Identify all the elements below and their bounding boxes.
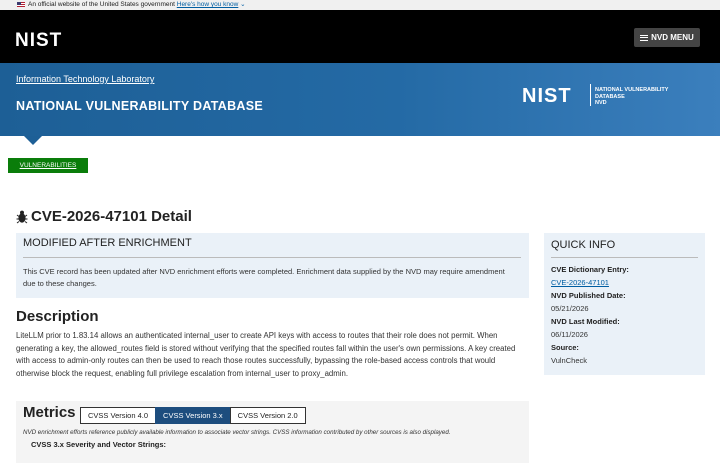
tab-cvss-4[interactable]: CVSS Version 4.0 [80,407,157,424]
tab-cvss-3[interactable]: CVSS Version 3.x [155,407,231,424]
quick-info-heading: QUICK INFO [551,239,616,251]
dictionary-entry-label: CVE Dictionary Entry: [551,265,629,274]
bug-icon [16,210,28,223]
modified-notice: MODIFIED AFTER ENRICHMENT This CVE recor… [16,233,529,298]
metrics-note: NVD enrichment efforts reference publicl… [23,429,451,436]
nvd-title[interactable]: NATIONAL VULNERABILITY DATABASE [16,99,263,113]
breadcrumb-vulnerabilities[interactable]: VULNERABILITIES [8,158,88,173]
nvd-banner: Information Technology Laboratory NATION… [0,63,720,145]
modified-text: This CVE record has been updated after N… [23,267,505,288]
gov-banner: An official website of the United States… [0,0,720,10]
last-modified-value: 06/11/2026 [551,330,588,339]
divider [23,257,521,258]
site-header: NIST NVD MENU [0,10,720,63]
source-value: VulnCheck [551,356,587,365]
tab-cvss-2[interactable]: CVSS Version 2.0 [229,407,306,424]
cvss-tabs: CVSS Version 4.0 CVSS Version 3.x CVSS V… [80,407,306,424]
page-title-text: CVE-2026-47101 Detail [31,208,192,225]
chevron-down-icon: ⌄ [238,1,246,8]
logo-divider [590,84,591,106]
nist-logo[interactable]: NIST [15,30,62,52]
metrics-heading: Metrics [23,404,76,421]
banner-pointer [24,136,42,145]
modified-heading: MODIFIED AFTER ENRICHMENT [23,237,192,249]
gov-banner-text: An official website of the United States… [28,1,175,8]
description-heading: Description [16,308,99,325]
metrics-section: Metrics CVSS Version 4.0 CVSS Version 3.… [16,401,529,463]
itl-link[interactable]: Information Technology Laboratory [16,74,154,84]
heres-how-you-know-link[interactable]: Here's how you know [177,1,239,8]
dictionary-entry-link[interactable]: CVE-2026-47101 [551,278,609,287]
published-date-value: 05/21/2026 [551,304,589,313]
page-title: CVE-2026-47101 Detail [16,208,192,225]
nist-nvd-logo[interactable]: NIST [522,85,572,108]
nvd-menu-label: NVD MENU [651,33,694,42]
quick-info-panel: QUICK INFO CVE Dictionary Entry: CVE-202… [544,233,705,375]
nvd-menu-button[interactable]: NVD MENU [634,28,700,47]
divider [551,257,698,258]
description-text: LiteLLM prior to 1.83.14 allows an authe… [16,331,516,378]
severity-heading: CVSS 3.x Severity and Vector Strings: [31,440,167,449]
us-flag-icon [17,1,25,7]
nvd-logo-subtitle: NATIONAL VULNERABILITY DATABASE NVD [595,87,669,106]
hamburger-icon [640,34,649,41]
source-label: Source: [551,343,579,352]
last-modified-label: NVD Last Modified: [551,317,620,326]
published-date-label: NVD Published Date: [551,291,626,300]
